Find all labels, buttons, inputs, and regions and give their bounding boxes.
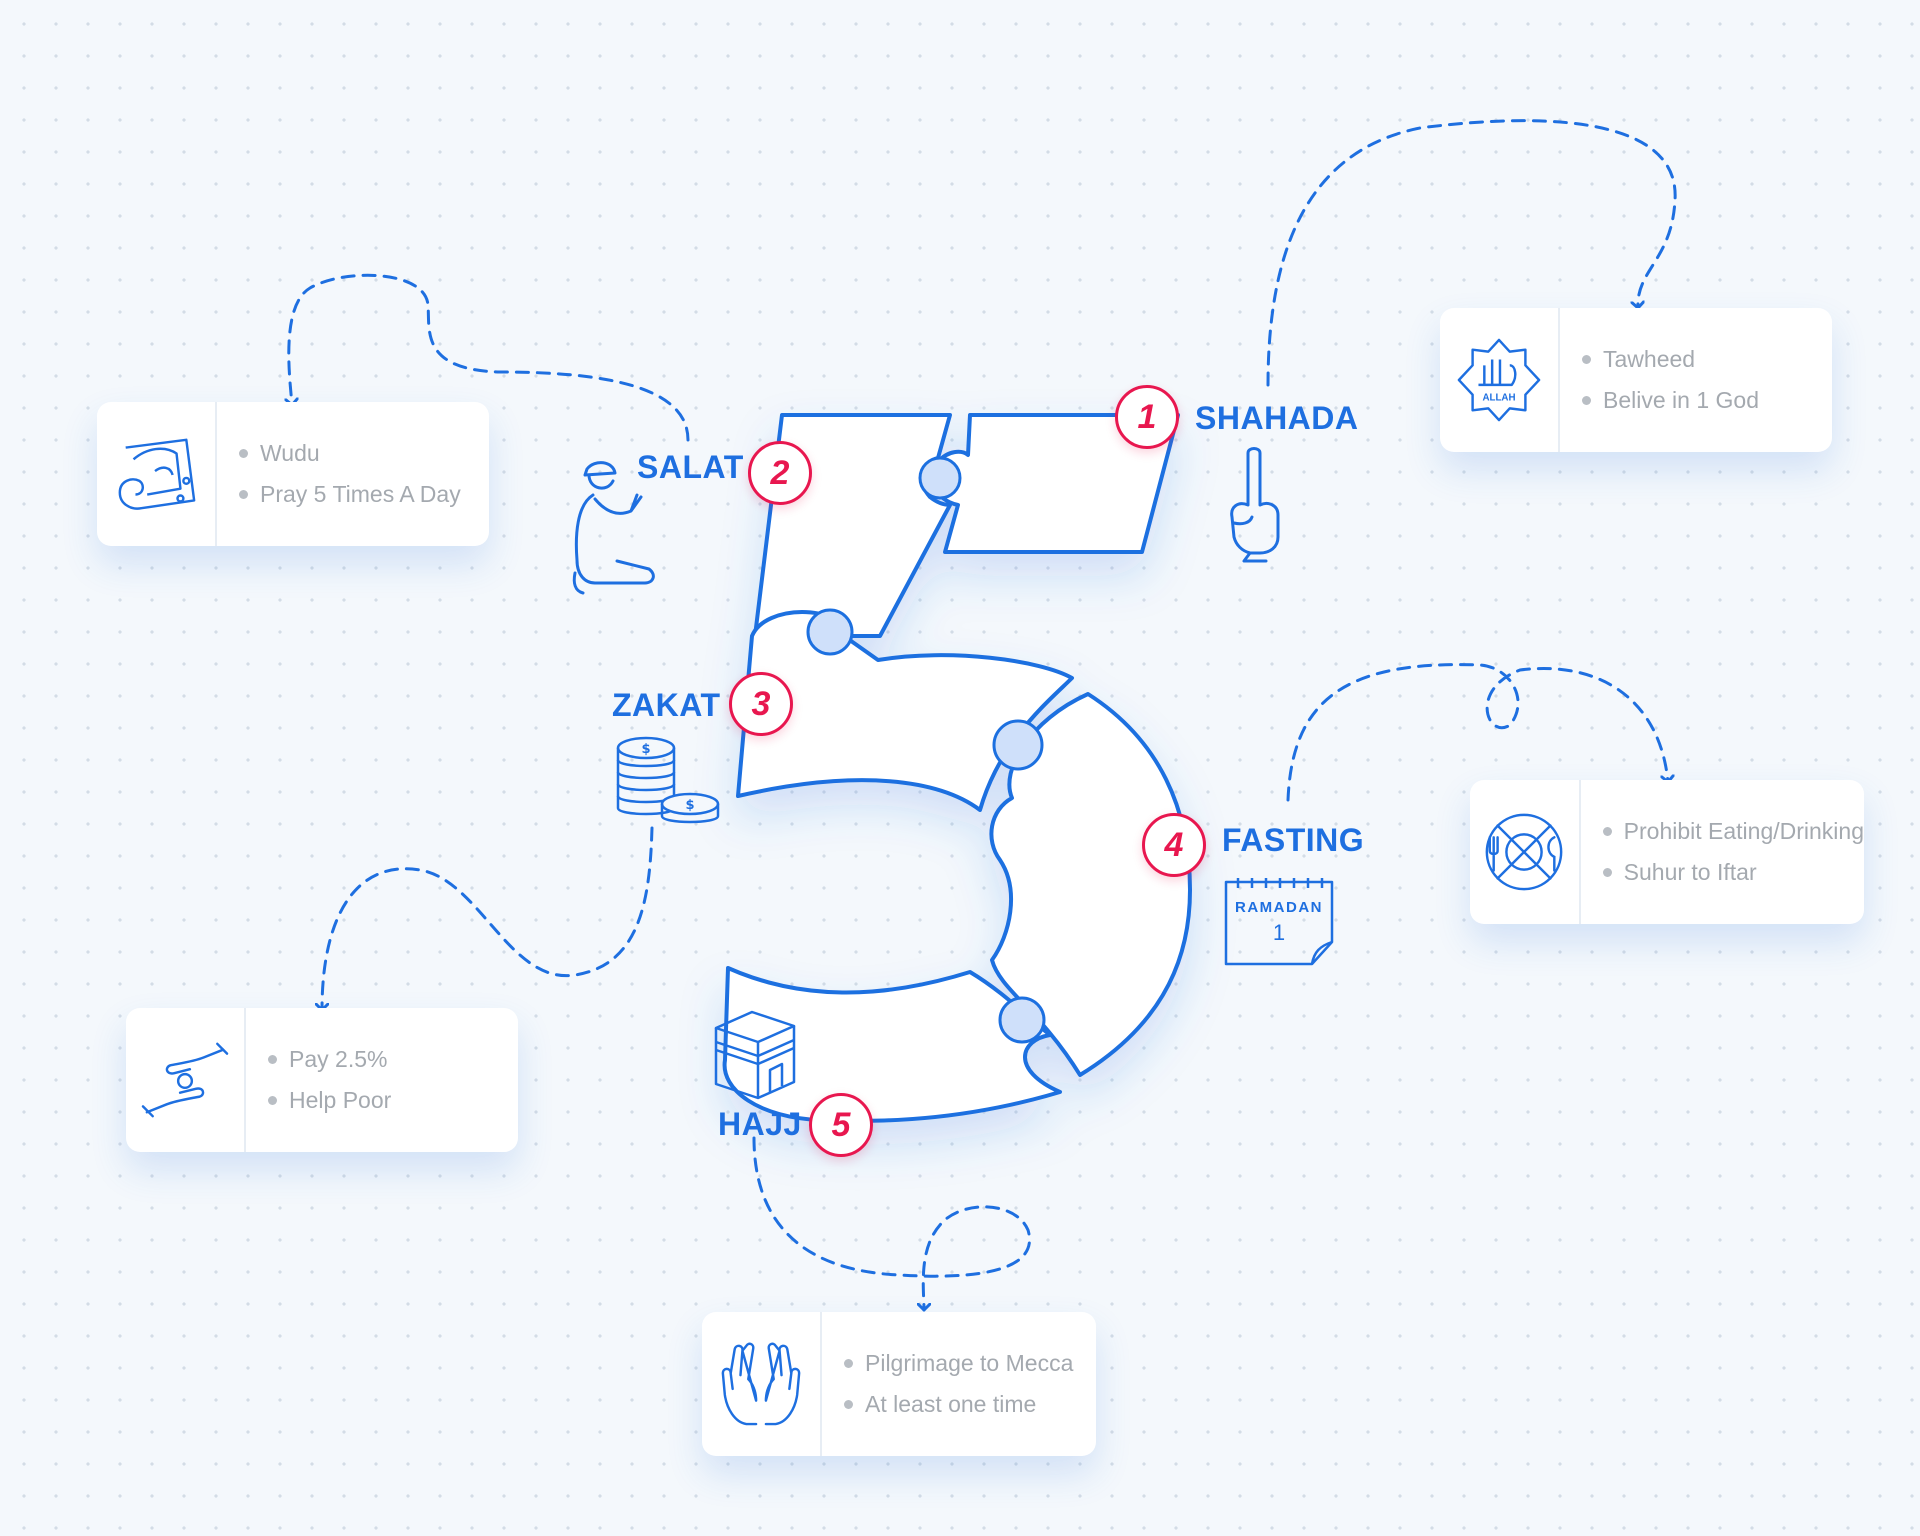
pillar-label-shahada: SHAHADA [1195, 400, 1359, 436]
card-shahada: ALLAH Tawheed Belive in 1 God [1440, 308, 1832, 452]
giving-hands-icon [141, 1042, 229, 1118]
point-text: Prohibit Eating/Drinking [1603, 818, 1864, 845]
card-points: Pay 2.5% Help Poor [246, 1008, 518, 1152]
card-icon-wrap: ALLAH [1440, 308, 1560, 452]
card-points: Pilgrimage to Mecca At least one time [822, 1312, 1096, 1456]
card-points: Wudu Pray 5 Times A Day [217, 402, 489, 546]
card-salat: Wudu Pray 5 Times A Day [97, 402, 489, 546]
pillar-number-1: 1 [1115, 385, 1179, 449]
point-text: Wudu [239, 440, 489, 467]
card-zakat: Pay 2.5% Help Poor [126, 1008, 518, 1152]
five-pillars-diagram [0, 119, 1677, 1312]
praying-man-icon [572, 461, 655, 595]
ramadan-calendar-icon: RAMADAN 1 [1224, 878, 1334, 966]
pillar-number-3: 3 [729, 672, 793, 736]
point-text: Pay 2.5% [268, 1046, 518, 1073]
allah-emblem-icon: ALLAH [1457, 338, 1541, 422]
allah-emblem-text: ALLAH [1482, 393, 1515, 404]
point-text: At least one time [844, 1391, 1096, 1418]
card-icon-wrap [702, 1312, 822, 1456]
card-icon-wrap [1470, 780, 1581, 924]
pillar-label-hajj: HAJJ [718, 1106, 802, 1142]
point-text: Tawheed [1582, 346, 1832, 373]
kaaba-icon [714, 1010, 796, 1100]
card-points: Prohibit Eating/Drinking Suhur to Iftar [1581, 780, 1864, 924]
point-text: Pray 5 Times A Day [239, 481, 489, 508]
pillar-number-5: 5 [809, 1093, 873, 1157]
no-eating-icon [1485, 813, 1563, 891]
calendar-day-text: 1 [1273, 920, 1285, 945]
prayer-rug-icon [118, 438, 196, 510]
point-text: Pilgrimage to Mecca [844, 1350, 1096, 1377]
point-text: Help Poor [268, 1087, 518, 1114]
connector-zakat [322, 826, 654, 1012]
pillar-label-zakat: ZAKAT [612, 687, 721, 723]
calendar-month-text: RAMADAN [1235, 899, 1323, 916]
card-fasting: Prohibit Eating/Drinking Suhur to Iftar [1470, 780, 1864, 924]
dua-hands-icon [721, 1342, 801, 1426]
point-text: Belive in 1 God [1582, 387, 1832, 414]
pillar-number-4: 4 [1142, 813, 1206, 877]
connector-hajj [752, 1136, 1031, 1312]
point-text: Suhur to Iftar [1603, 859, 1864, 886]
pillar-label-fasting: FASTING [1222, 822, 1365, 858]
coin-stack-icon: $ $ [616, 736, 720, 824]
card-icon-wrap [126, 1008, 246, 1152]
card-hajj: Pilgrimage to Mecca At least one time [702, 1312, 1096, 1456]
svg-text:$: $ [641, 742, 650, 757]
card-points: Tawheed Belive in 1 God [1560, 308, 1832, 452]
index-finger-up-icon [1230, 447, 1280, 563]
pillar-number-2: 2 [748, 441, 812, 505]
card-icon-wrap [97, 402, 217, 546]
svg-text:$: $ [685, 798, 694, 813]
